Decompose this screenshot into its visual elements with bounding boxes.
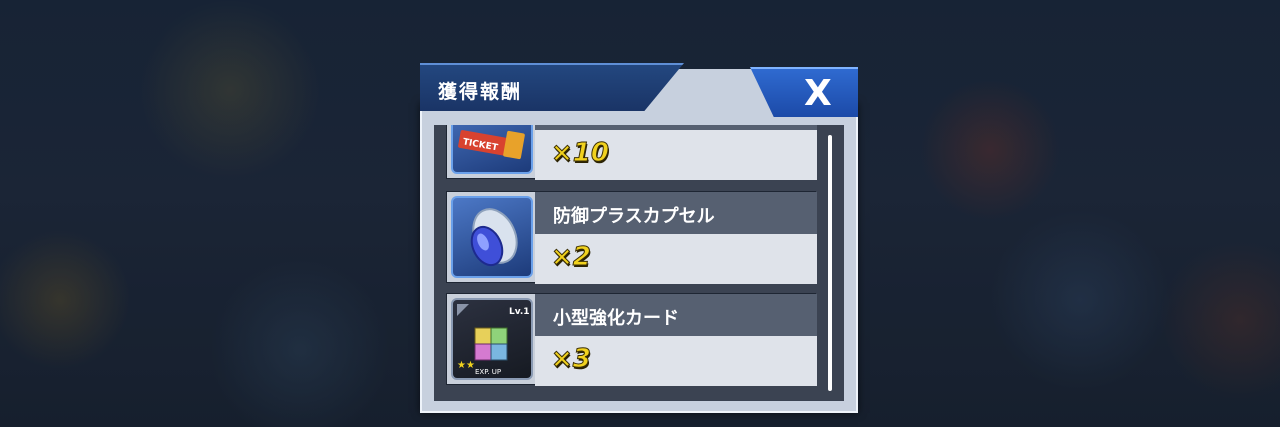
reward-list[interactable]: ×10 TICKET 防御プラスカプセル ×2 小型強化カード ×3 Lv.1 …: [434, 125, 844, 401]
card-stars: ★★: [457, 360, 475, 371]
item-quantity: ×2: [551, 242, 592, 273]
item-name: 防御プラスカプセル: [553, 206, 715, 227]
scrollbar[interactable]: [828, 135, 832, 391]
reward-item-capsule: 防御プラスカプセル ×2: [446, 191, 817, 284]
dialog-title: 獲得報酬: [438, 81, 523, 103]
item-quantity: ×10: [551, 138, 610, 169]
close-icon: X: [804, 73, 832, 114]
reward-item-card: 小型強化カード ×3 Lv.1 ★★ EXP. UP: [446, 293, 817, 386]
item-name: 小型強化カード: [553, 308, 679, 329]
card-level: Lv.1: [509, 307, 530, 317]
capsule-icon: [451, 196, 533, 278]
card-caption: EXP. UP: [475, 368, 501, 376]
title-bar: 獲得報酬: [420, 63, 684, 111]
item-quantity: ×3: [551, 344, 592, 375]
reward-dialog: 獲得報酬 X ×10 TICKET 防御プラスカプセル ×2 小型強化カード ×…: [420, 63, 858, 413]
ticket-icon: TICKET: [451, 125, 533, 174]
reward-item-ticket: ×10 TICKET: [446, 125, 817, 180]
exp-cube-icon: Lv.1 ★★ EXP. UP: [451, 298, 533, 380]
